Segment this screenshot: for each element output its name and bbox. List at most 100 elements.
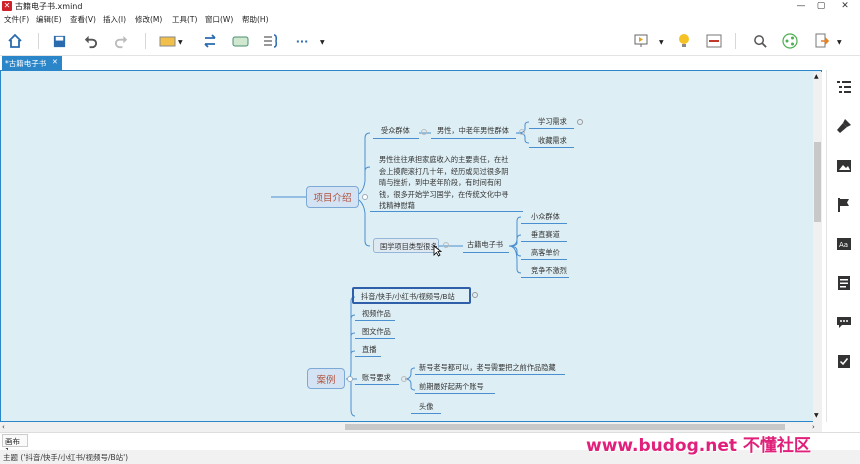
share-icon[interactable] (781, 32, 799, 50)
add-marker-icon[interactable] (577, 119, 583, 125)
style-icon[interactable]: Aa (836, 236, 852, 252)
menu-insert[interactable]: 插入(I) (103, 14, 126, 25)
topic-project-intro[interactable]: 项目介绍 (306, 186, 359, 208)
notes-icon[interactable] (836, 275, 852, 291)
presentation-icon[interactable] (632, 32, 650, 50)
outline-icon[interactable] (836, 79, 852, 95)
menu-help[interactable]: 帮助(H) (242, 14, 269, 25)
topic-platforms-label: 抖音/快手/小红书/视频号/B站 (361, 292, 455, 301)
panel-icon[interactable] (705, 32, 723, 50)
summary-icon[interactable] (262, 32, 280, 50)
topic-avatar-underline (411, 413, 441, 414)
export-icon[interactable] (812, 32, 830, 50)
menu-modify[interactable]: 修改(M) (135, 14, 162, 25)
toolbar: ▼ ··· ▼ ▼ ▼ (0, 27, 860, 56)
paragraph-line: 找精神慰藉 (379, 201, 415, 210)
format-brush-icon[interactable] (836, 118, 852, 134)
topic-need-collect[interactable]: 收藏需求 (538, 136, 567, 146)
redo-icon[interactable] (112, 32, 130, 50)
need-underline (529, 147, 574, 148)
scroll-down-icon[interactable]: ▼ (814, 412, 819, 419)
search-icon[interactable] (751, 32, 769, 50)
minimize-button[interactable]: — (790, 0, 812, 13)
topic-dropdown-icon[interactable]: ▼ (178, 39, 183, 46)
collapse-icon[interactable] (443, 242, 449, 248)
topic-account-req-item[interactable]: 前期最好起两个账号 (419, 382, 484, 392)
horizontal-scroll-thumb[interactable] (345, 424, 785, 430)
vertical-scroll-thumb[interactable] (814, 142, 821, 222)
status-text: 主题 ('抖音/快手/小红书/视频号/B站') (3, 453, 129, 462)
tab-strip: *古籍电子书 ✕ (0, 56, 860, 70)
save-icon[interactable] (50, 32, 68, 50)
topic-icon[interactable] (158, 32, 176, 50)
close-button[interactable]: ✕ (834, 0, 856, 13)
relationship-icon[interactable] (201, 32, 219, 50)
topic-trait[interactable]: 竞争不激烈 (531, 266, 567, 276)
scroll-up-icon[interactable]: ▲ (814, 73, 819, 80)
image-icon[interactable] (836, 158, 852, 174)
presentation-dropdown-icon[interactable]: ▼ (659, 39, 664, 46)
topic-audience[interactable]: 受众群体 (381, 126, 410, 136)
vertical-scrollbar[interactable]: ▲ ▼ (813, 72, 822, 422)
topic-cases[interactable]: 案例 (307, 368, 345, 389)
toolbar-separator (145, 33, 146, 49)
scroll-right-icon[interactable]: › (812, 423, 815, 431)
topic-cases-label: 案例 (316, 374, 336, 386)
menu-file[interactable]: 文件(F) (4, 14, 29, 25)
topic-case-item[interactable]: 视频作品 (362, 309, 391, 319)
sheet-tab[interactable]: 画布 1 (2, 434, 28, 456)
scroll-left-icon[interactable]: ‹ (2, 423, 5, 431)
undo-icon[interactable] (81, 32, 99, 50)
lightbulb-icon[interactable] (675, 32, 693, 50)
topic-audience-value-underline (431, 138, 516, 139)
menu-view[interactable]: 查看(V) (70, 14, 96, 25)
case-item-underline (355, 320, 395, 321)
collapse-icon[interactable] (519, 129, 525, 135)
topic-trait[interactable]: 小众群体 (531, 212, 560, 222)
topic-account-req-item[interactable]: 新号老号都可以，老号需要把之前作品隐藏 (419, 363, 556, 373)
topic-trait[interactable]: 高客单价 (531, 248, 560, 258)
collapse-icon[interactable] (362, 194, 368, 200)
topic-project-type[interactable]: 国学项目类型很多 (373, 238, 439, 253)
mindmap-canvas[interactable]: 项目介绍 受众群体 男性，中老年男性群体 学习需求 收藏需求 男性往往承担家庭收… (0, 70, 822, 422)
paragraph-line: 钱，很多开始学习国学，在传统文化中寻 (379, 189, 509, 199)
topic-audience-value[interactable]: 男性，中老年男性群体 (437, 126, 509, 136)
home-icon[interactable] (6, 32, 24, 50)
task-icon[interactable] (836, 353, 852, 369)
collapse-icon[interactable] (401, 376, 407, 382)
topic-case-item[interactable]: 直播 (362, 345, 376, 355)
maximize-button[interactable]: ▢ (810, 0, 832, 13)
trait-underline (521, 223, 567, 224)
tab-document[interactable]: *古籍电子书 ✕ (2, 56, 62, 70)
topic-platforms-selected[interactable]: 抖音/快手/小红书/视频号/B站 (352, 287, 471, 304)
mouse-cursor-icon (433, 245, 443, 259)
menu-tools[interactable]: 工具(T) (172, 14, 197, 25)
collapse-icon[interactable] (347, 376, 353, 382)
flag-icon[interactable] (836, 197, 852, 213)
topic-paragraph[interactable]: 男性往往承担家庭收入的主要责任，在社 会上摸爬滚打几十年，经历或见过很多阴 晴与… (379, 154, 524, 212)
case-item-underline (355, 384, 399, 385)
topic-case-item[interactable]: 图文作品 (362, 327, 391, 337)
app-logo-icon: ✕ (2, 1, 12, 11)
comment-icon[interactable] (836, 314, 852, 330)
svg-text:Aa: Aa (839, 241, 848, 249)
topic-account-req[interactable]: 账号要求 (362, 373, 391, 383)
topic-avatar[interactable]: 头像 (419, 402, 433, 412)
menu-bar: 文件(F) 编辑(E) 查看(V) 插入(I) 修改(M) 工具(T) 窗口(W… (0, 13, 860, 27)
add-marker-icon[interactable] (472, 292, 478, 298)
trait-underline (521, 241, 567, 242)
tab-label: *古籍电子书 (5, 59, 47, 68)
tab-close-icon[interactable]: ✕ (52, 58, 58, 66)
menu-edit[interactable]: 编辑(E) (36, 14, 62, 25)
topic-need-study[interactable]: 学习需求 (538, 117, 567, 127)
more-icon[interactable]: ··· (293, 32, 311, 50)
export-dropdown-icon[interactable]: ▼ (837, 39, 842, 46)
topic-trait[interactable]: 垂直赛道 (531, 230, 560, 240)
trait-underline (521, 259, 567, 260)
more-dropdown-icon[interactable]: ▼ (320, 39, 325, 46)
menu-window[interactable]: 窗口(W) (205, 14, 233, 25)
topic-ebook[interactable]: 古籍电子书 (467, 240, 503, 250)
toolbar-separator (38, 33, 39, 49)
boundary-icon[interactable] (231, 32, 249, 50)
collapse-icon[interactable] (421, 129, 427, 135)
